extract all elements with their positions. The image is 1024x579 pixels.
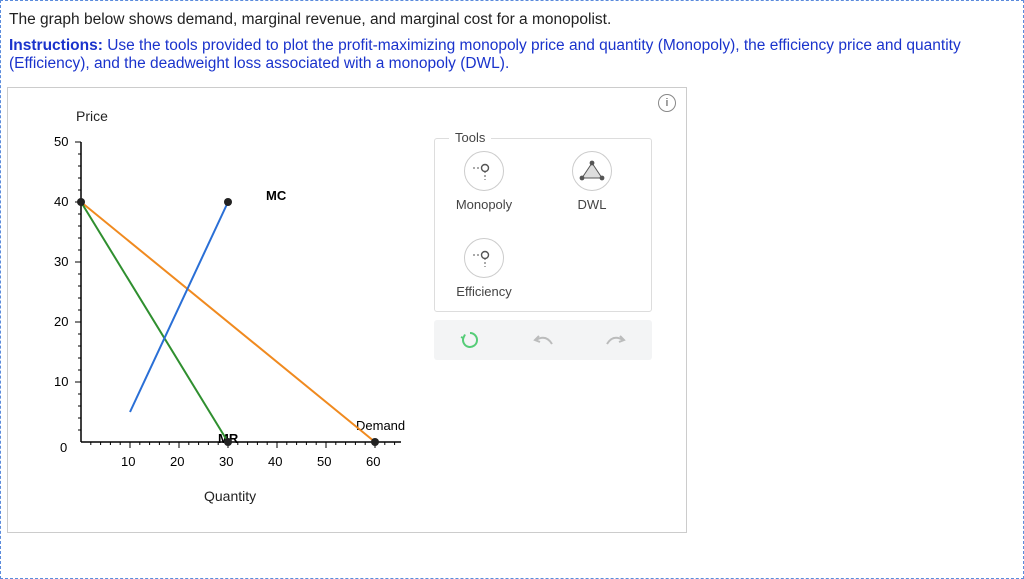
controls-row xyxy=(434,320,652,360)
triangle-icon xyxy=(578,160,606,182)
info-icon[interactable]: i xyxy=(658,94,676,112)
undo-button[interactable] xyxy=(529,326,557,354)
tool-dwl-label: DWL xyxy=(578,197,607,212)
point-marker-icon xyxy=(471,247,497,269)
tool-efficiency-button[interactable] xyxy=(464,238,504,278)
reset-icon xyxy=(460,330,480,350)
chart-svg xyxy=(16,108,416,508)
tool-monopoly: Monopoly xyxy=(449,151,519,212)
intro-text: The graph below shows demand, marginal r… xyxy=(9,11,1017,29)
tool-monopoly-label: Monopoly xyxy=(456,197,512,212)
tool-monopoly-button[interactable] xyxy=(464,151,504,191)
instructions-label: Instructions: xyxy=(9,37,103,54)
tools-box: Tools Monopoly xyxy=(434,138,652,312)
tool-efficiency-label: Efficiency xyxy=(456,284,511,299)
undo-icon xyxy=(532,332,554,348)
tool-dwl-button[interactable] xyxy=(572,151,612,191)
instructions-body: Use the tools provided to plot the profi… xyxy=(9,37,961,72)
tools-legend: Tools xyxy=(449,130,491,145)
tool-dwl: DWL xyxy=(557,151,627,212)
question-container: The graph below shows demand, marginal r… xyxy=(0,0,1024,579)
redo-icon xyxy=(605,332,627,348)
tool-efficiency: Efficiency xyxy=(449,238,519,299)
redo-button[interactable] xyxy=(602,326,630,354)
graph-panel: i Price 50 40 30 20 10 0 10 20 30 40 50 … xyxy=(7,87,687,533)
chart[interactable]: Price 50 40 30 20 10 0 10 20 30 40 50 60… xyxy=(16,108,416,508)
point-marker-icon xyxy=(471,160,497,182)
instructions-text: Instructions: Use the tools provided to … xyxy=(9,37,1017,73)
tools-column: Tools Monopoly xyxy=(416,96,652,360)
reset-button[interactable] xyxy=(456,326,484,354)
